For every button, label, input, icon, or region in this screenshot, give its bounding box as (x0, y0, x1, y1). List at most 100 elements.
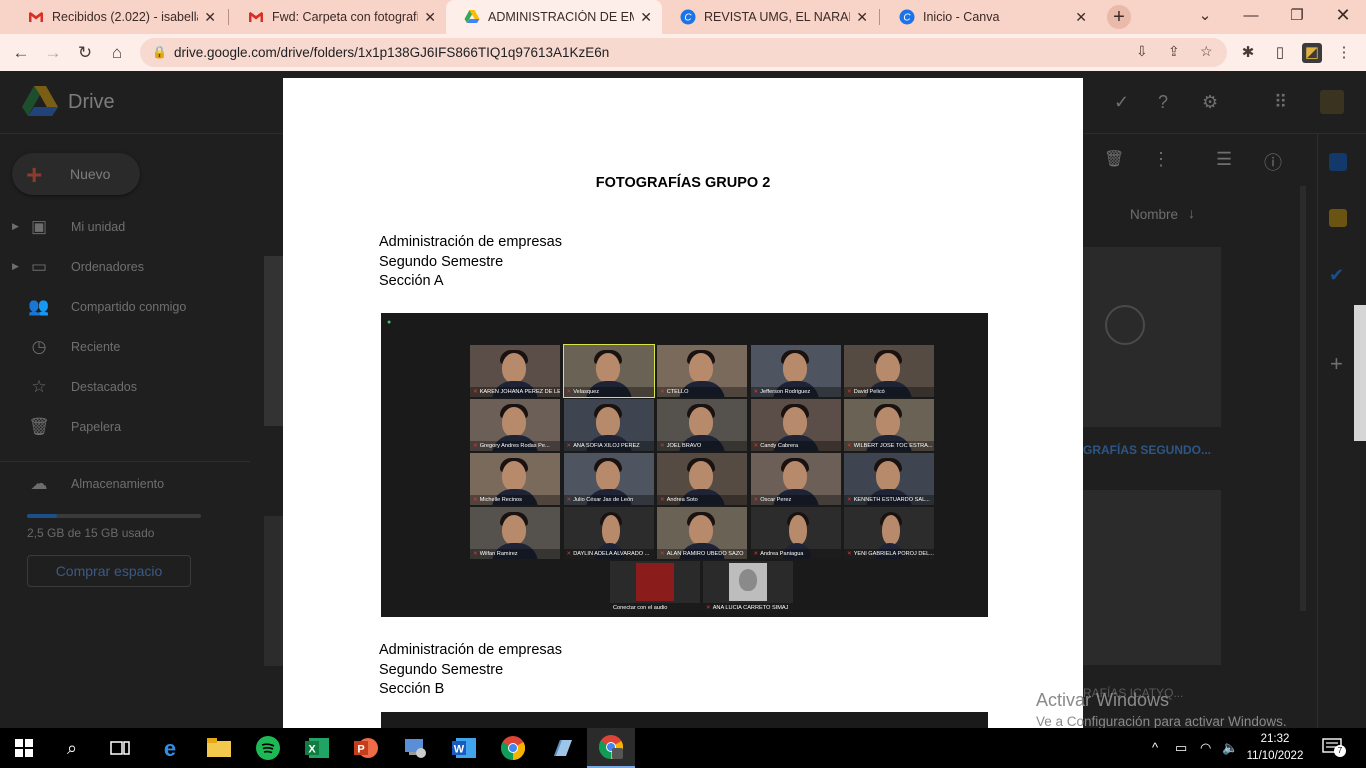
close-icon[interactable]: ✕ (424, 9, 436, 26)
menu-icon[interactable]: ⋮ (1334, 43, 1354, 63)
chrome-profile-icon[interactable] (587, 728, 635, 768)
close-icon[interactable]: ✕ (1075, 9, 1087, 26)
taskbar-clock[interactable]: 21:32 11/10/2022 (1244, 731, 1306, 765)
plus-icon: + (26, 159, 43, 190)
info-icon[interactable]: ⓘ (1264, 149, 1282, 175)
file-explorer-icon[interactable] (195, 728, 243, 768)
nav-computers[interactable]: ▶ ▭ Ordenadores (0, 253, 250, 283)
profile-avatar[interactable]: ◩ (1302, 43, 1322, 63)
participant-tile: ✕ ANA LUCIA CARRETO SIMAJ (703, 561, 793, 613)
cloud-icon: ☁ (30, 474, 48, 493)
close-icon[interactable]: ✕ (640, 9, 652, 26)
participant-tile: ✕ JOEL BRAVO (657, 399, 747, 451)
activate-windows-title: Activar Windows (1036, 690, 1170, 710)
account-avatar[interactable] (1320, 90, 1344, 114)
participant-name: ✕ KAREN JOHANA PEREZ DE LE... (470, 387, 560, 397)
network-app-icon[interactable] (391, 728, 439, 768)
forward-button[interactable]: → (40, 40, 66, 66)
side-panel-icon[interactable]: ▯ (1270, 43, 1290, 63)
participant-name: ✕ David Pelicó (844, 387, 934, 397)
powerpoint-icon[interactable]: P (342, 728, 390, 768)
add-addon-icon[interactable]: + (1330, 351, 1343, 377)
start-button[interactable] (0, 728, 48, 768)
tab-canva-revista[interactable]: C REVISTA UMG, EL NARANJO ✕ (662, 0, 878, 34)
participant-name: ✕ CTELLO (657, 387, 747, 397)
back-button[interactable]: ← (8, 40, 34, 66)
close-window-button[interactable]: ✕ (1320, 0, 1366, 30)
folder-label[interactable]: GRAFÍAS SEGUNDO... (1083, 443, 1211, 457)
list-view-icon[interactable]: ☰ (1216, 149, 1232, 170)
tab-gmail-inbox[interactable]: Recibidos (2.022) - isabellano ✕ (10, 0, 226, 34)
apps-grid-icon[interactable]: ⠿ (1274, 92, 1287, 113)
nav-shared[interactable]: 👥 Compartido conmigo (0, 293, 250, 323)
sort-arrow-icon[interactable]: ↓ (1188, 205, 1195, 221)
home-button[interactable]: ⌂ (104, 40, 130, 66)
volume-icon[interactable]: 🔈 (1222, 740, 1238, 756)
new-tab-button[interactable]: + (1107, 5, 1131, 29)
minimize-button[interactable]: — (1228, 0, 1274, 30)
more-icon[interactable]: ⋮ (1152, 149, 1170, 170)
battery-icon[interactable]: ▭ (1175, 740, 1187, 756)
trash-action-icon[interactable]: 🗑 (1104, 149, 1124, 169)
participant-tile: ✕ Candy Cabrera (750, 399, 841, 451)
share-icon[interactable]: ⇪ (1168, 43, 1180, 60)
nav-storage[interactable]: ☁ Almacenamiento (0, 470, 250, 500)
file-thumbnail[interactable] (264, 516, 284, 666)
folder-card[interactable] (1083, 247, 1221, 427)
tab-gmail-fwd[interactable]: Fwd: Carpeta con fotografías ✕ (230, 0, 446, 34)
task-view-icon[interactable] (96, 728, 144, 768)
drive-icon (464, 10, 480, 23)
spotify-icon[interactable] (244, 728, 292, 768)
new-button[interactable]: + Nuevo (12, 153, 140, 195)
folder-card-photos[interactable] (1083, 490, 1221, 665)
section-b-line-2: Segundo Semestre (379, 662, 504, 678)
close-icon[interactable]: ✕ (856, 9, 868, 26)
word-icon[interactable]: W (440, 728, 488, 768)
help-icon[interactable]: ? (1158, 92, 1168, 113)
tab-title: ADMINISTRACIÓN DE EMPR (488, 10, 635, 24)
participant-name: ✕ Andrea Paniagua (750, 549, 841, 559)
reload-button[interactable]: ↻ (72, 40, 98, 66)
notification-center-icon[interactable]: 7 (1322, 738, 1346, 757)
sort-label[interactable]: Nombre (1130, 207, 1178, 222)
participant-tile: ✕ Oscar Perez (750, 453, 841, 505)
file-thumbnail[interactable] (264, 256, 284, 426)
scrollbar[interactable] (1300, 186, 1306, 611)
drive-app-name: Drive (68, 91, 115, 113)
my-drive-icon: ▣ (30, 217, 48, 236)
settings-gear-icon[interactable]: ⚙ (1202, 92, 1218, 113)
nav-trash[interactable]: 🗑 Papelera (0, 413, 250, 443)
nav-recent[interactable]: ◷ Reciente (0, 333, 250, 363)
participant-tile: ✕ YENI GABRIELA POROJ DEL... (844, 507, 934, 559)
maximize-button[interactable]: ❐ (1274, 0, 1320, 30)
tray-chevron-icon[interactable]: ^ (1152, 740, 1158, 755)
participant-name: ✕ Julio César Jax de León (563, 495, 654, 505)
bookmark-star-icon[interactable]: ☆ (1200, 43, 1213, 60)
install-icon[interactable]: ⇩ (1136, 43, 1148, 60)
chrome-icon[interactable] (489, 728, 537, 768)
calendar-icon[interactable] (1329, 153, 1347, 171)
buy-storage-button[interactable]: Comprar espacio (27, 555, 191, 587)
participant-tile: ✕ Wilfan Ramirez (470, 507, 560, 559)
nav-my-drive[interactable]: ▶ ▣ Mi unidad (0, 213, 250, 243)
section-a-line-2: Segundo Semestre (379, 254, 504, 270)
wifi-icon[interactable]: ◠ (1200, 740, 1211, 756)
excel-icon[interactable]: X (293, 728, 341, 768)
edge-icon[interactable]: e (146, 728, 194, 768)
svg-text:P: P (357, 744, 364, 756)
keep-icon[interactable] (1329, 209, 1347, 227)
tab-search-button[interactable]: ⌄ (1182, 0, 1228, 30)
tasks-icon[interactable]: ✔ (1329, 265, 1344, 286)
search-icon[interactable]: ⌕ (48, 728, 96, 768)
tab-drive-active[interactable]: ADMINISTRACIÓN DE EMPR ✕ (446, 0, 662, 34)
section-a-line-3: Sección A (379, 273, 444, 289)
nav-starred[interactable]: ☆ Destacados (0, 373, 250, 403)
close-icon[interactable]: ✕ (204, 9, 216, 26)
offline-icon[interactable]: ✓ (1114, 92, 1129, 113)
address-bar[interactable]: 🔒 drive.google.com/drive/folders/1x1p138… (140, 38, 1227, 67)
tab-canva-inicio[interactable]: C Inicio - Canva ✕ (881, 0, 1097, 34)
extensions-icon[interactable]: ✱ (1238, 43, 1258, 63)
svg-text:C: C (903, 13, 911, 24)
notepad-app-icon[interactable] (538, 728, 586, 768)
side-scrollbar-thumb[interactable] (1354, 305, 1366, 441)
